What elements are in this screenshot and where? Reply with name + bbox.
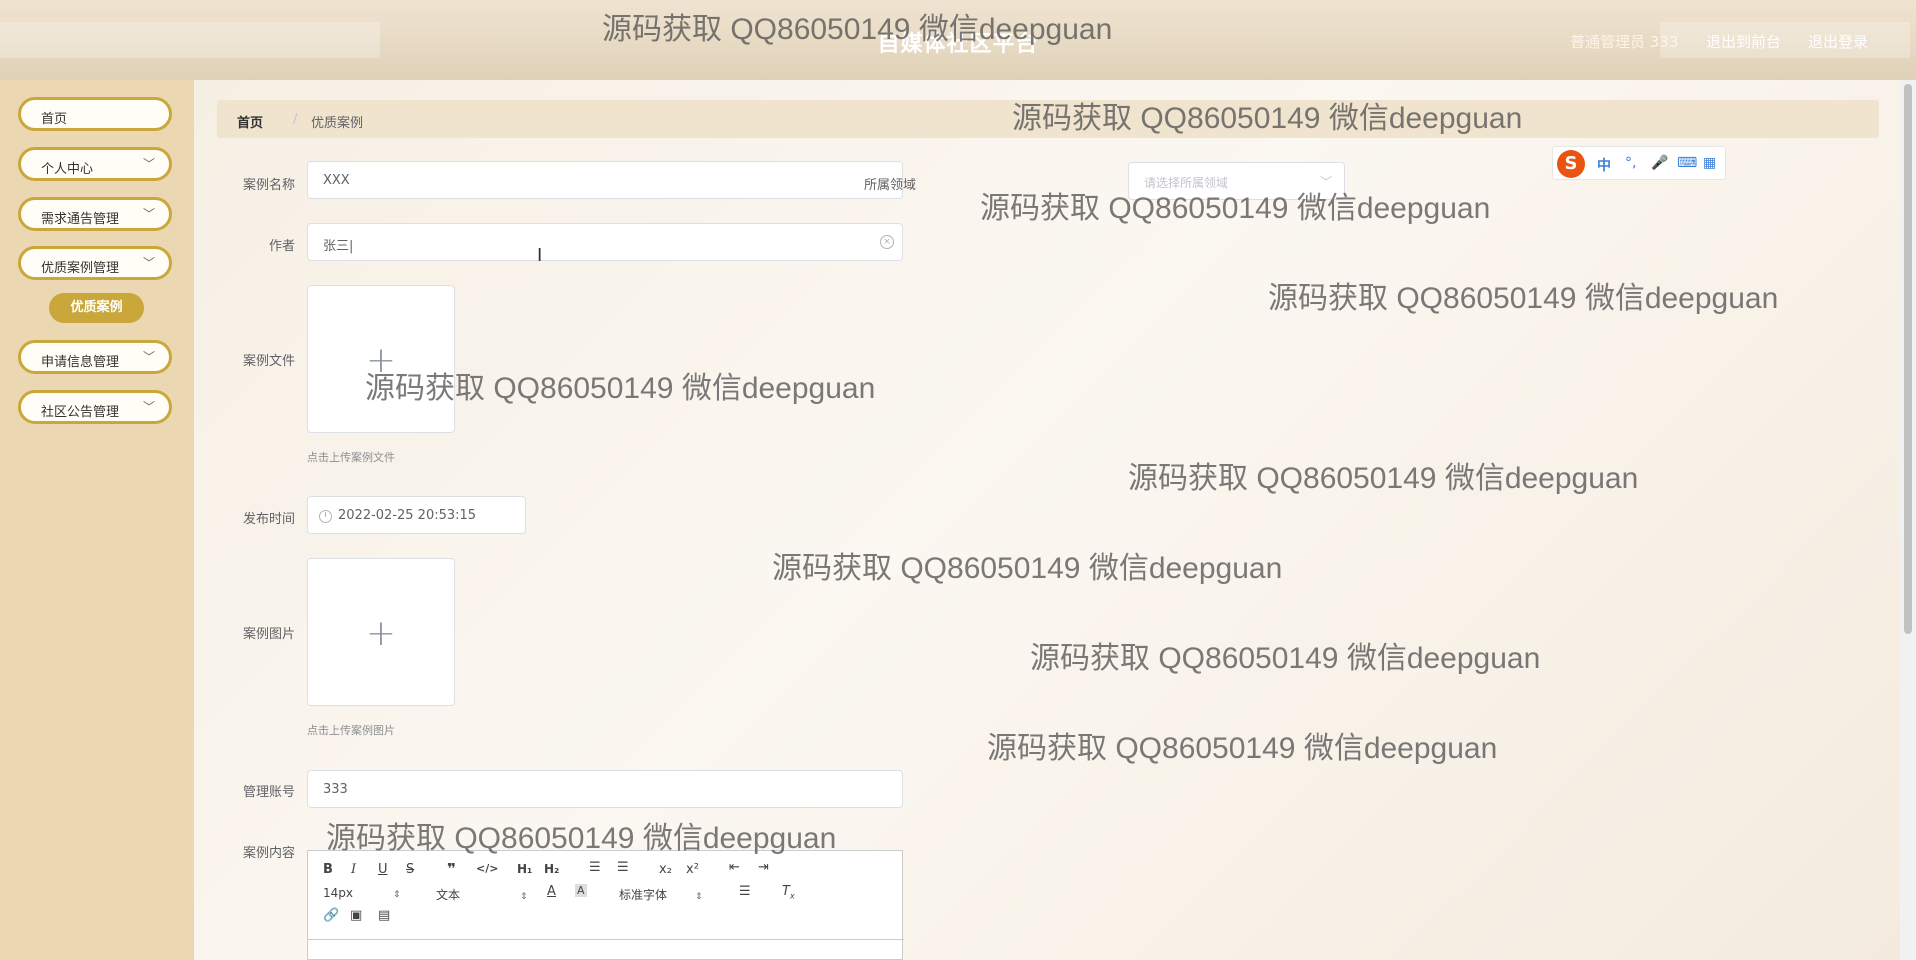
account-input[interactable]: 333: [307, 770, 903, 808]
sogou-logo-icon[interactable]: S: [1557, 150, 1585, 178]
content-label: 案例内容: [242, 846, 295, 861]
sidebar-item-home[interactable]: 首页: [18, 97, 172, 131]
watermark-text: 源码获取 QQ86050149 微信deepguan: [772, 552, 1283, 585]
sidebar-subitem-quality-case[interactable]: 优质案例: [49, 293, 144, 323]
sidebar-item-community-notice[interactable]: 社区公告管理 ﹀: [18, 390, 172, 424]
font-family-select[interactable]: 标准字体 ⇕: [619, 886, 703, 903]
watermark-text: 源码获取 QQ86050149 微信deepguan: [1030, 642, 1541, 675]
chevron-down-icon: ﹀: [142, 350, 155, 364]
clear-icon[interactable]: ×: [880, 235, 894, 249]
logout-link[interactable]: 退出登录: [1808, 31, 1868, 52]
case-file-label: 案例文件: [242, 354, 295, 369]
account-label: 管理账号: [242, 785, 295, 800]
toolbox-icon[interactable]: ▦: [1703, 155, 1716, 171]
block-type-value: 文本: [436, 888, 461, 902]
sidebar-item-label: 社区公告管理: [41, 405, 120, 420]
chevron-down-icon: ﹀: [142, 207, 155, 221]
watermark-text: 源码获取 QQ86050149 微信deepguan: [1012, 102, 1523, 135]
author-label: 作者: [268, 239, 295, 254]
watermark-text: 源码获取 QQ86050149 微信deepguan: [326, 822, 837, 855]
publish-time-label: 发布时间: [242, 512, 295, 527]
align-icon[interactable]: ☰: [739, 884, 751, 899]
plus-icon: +: [365, 613, 397, 654]
sidebar-item-label: 优质案例管理: [41, 261, 120, 276]
strikethrough-icon[interactable]: S: [406, 862, 414, 877]
sidebar-item-quality-case[interactable]: 优质案例管理 ﹀: [18, 246, 172, 280]
chevron-down-icon: ﹀: [142, 400, 155, 414]
image-icon[interactable]: ▣: [350, 908, 362, 923]
rich-text-editor[interactable]: [307, 850, 904, 960]
blockquote-icon[interactable]: ❞: [447, 860, 456, 878]
outdent-icon[interactable]: ⇤: [729, 860, 740, 875]
exit-to-front-link[interactable]: 退出到前台: [1706, 31, 1781, 52]
font-size-value: 14px: [323, 886, 353, 900]
font-family-value: 标准字体: [619, 888, 668, 902]
sidebar-item-demand-notice[interactable]: 需求通告管理 ﹀: [18, 197, 172, 231]
superscript-icon[interactable]: x²: [686, 862, 699, 877]
sidebar-item-application[interactable]: 申请信息管理 ﹀: [18, 340, 172, 374]
sidebar-item-label: 需求通告管理: [41, 212, 120, 227]
editor-toolbar-divider: [308, 939, 904, 940]
case-file-tip: 点击上传案例文件: [307, 451, 395, 464]
chevron-down-icon: ﹀: [142, 256, 155, 270]
ime-mode-toggle[interactable]: 中: [1597, 155, 1611, 175]
domain-label: 所属领域: [863, 178, 916, 193]
sidebar-item-label: 申请信息管理: [41, 355, 120, 370]
case-image-label: 案例图片: [242, 627, 295, 642]
scrollbar-thumb[interactable]: [1904, 84, 1912, 634]
watermark-text: 源码获取 QQ86050149 微信deepguan: [602, 13, 1113, 46]
ime-toolbar: S 中 °, 🎤 ⌨ ▦: [1552, 146, 1726, 180]
watermark-text: 源码获取 QQ86050149 微信deepguan: [1128, 462, 1639, 495]
updown-icon: ⇕: [520, 892, 528, 902]
watermark-text: 源码获取 QQ86050149 微信deepguan: [987, 732, 1498, 765]
page-scrollbar[interactable]: [1900, 80, 1916, 960]
bullet-list-icon[interactable]: ☰: [617, 860, 629, 875]
breadcrumb-separator: /: [293, 112, 298, 127]
case-image-upload[interactable]: +: [307, 558, 455, 706]
case-file-upload[interactable]: +: [307, 285, 455, 433]
font-size-select[interactable]: 14px ⇕: [323, 886, 401, 900]
link-icon[interactable]: 🔗: [323, 908, 339, 923]
underline-icon[interactable]: U: [378, 862, 388, 877]
chevron-down-icon: ﹀: [142, 157, 155, 171]
punctuation-icon[interactable]: °,: [1625, 155, 1636, 171]
sidebar-item-personal-center[interactable]: 个人中心 ﹀: [18, 147, 172, 181]
clear-format-icon[interactable]: Tx: [782, 884, 795, 901]
clock-icon: [319, 510, 332, 523]
updown-icon: ⇕: [393, 890, 401, 900]
case-name-label: 案例名称: [242, 178, 295, 193]
heading2-icon[interactable]: H₂: [544, 862, 559, 876]
watermark-text: 源码获取 QQ86050149 微信deepguan: [980, 192, 1491, 225]
updown-icon: ⇕: [695, 892, 703, 902]
microphone-icon[interactable]: 🎤: [1651, 155, 1668, 171]
sidebar-item-label: 个人中心: [41, 162, 94, 177]
video-icon[interactable]: ▤: [378, 908, 390, 923]
breadcrumb-current: 优质案例: [311, 116, 364, 131]
block-type-select[interactable]: 文本 ⇕: [436, 886, 528, 903]
font-color-icon[interactable]: A: [547, 884, 556, 899]
publish-time-value: 2022-02-25 20:53:15: [338, 508, 477, 523]
code-block-icon[interactable]: </>: [476, 862, 498, 875]
case-name-input[interactable]: XXX: [307, 161, 903, 199]
current-user-label: 普通管理员 333: [1570, 33, 1679, 51]
keyboard-icon[interactable]: ⌨: [1677, 155, 1697, 171]
text-cursor-icon: I: [537, 245, 543, 266]
sidebar: 首页 个人中心 ﹀ 需求通告管理 ﹀ 优质案例管理 ﹀ 优质案例 申请信息管理 …: [0, 80, 194, 960]
bold-icon[interactable]: B: [323, 862, 333, 877]
subscript-icon[interactable]: x₂: [659, 862, 672, 877]
case-image-tip: 点击上传案例图片: [307, 724, 395, 737]
ordered-list-icon[interactable]: ☰: [589, 860, 601, 875]
heading1-icon[interactable]: H₁: [517, 862, 532, 876]
watermark-text: 源码获取 QQ86050149 微信deepguan: [1268, 282, 1779, 315]
sidebar-item-label: 首页: [41, 112, 68, 127]
breadcrumb-home[interactable]: 首页: [237, 112, 263, 131]
watermark-text: 源码获取 QQ86050149 微信deepguan: [365, 372, 876, 405]
author-input[interactable]: 张三|: [307, 223, 903, 261]
italic-icon[interactable]: I: [351, 862, 356, 877]
background-color-icon[interactable]: A: [575, 884, 587, 897]
indent-icon[interactable]: ⇥: [758, 860, 769, 875]
